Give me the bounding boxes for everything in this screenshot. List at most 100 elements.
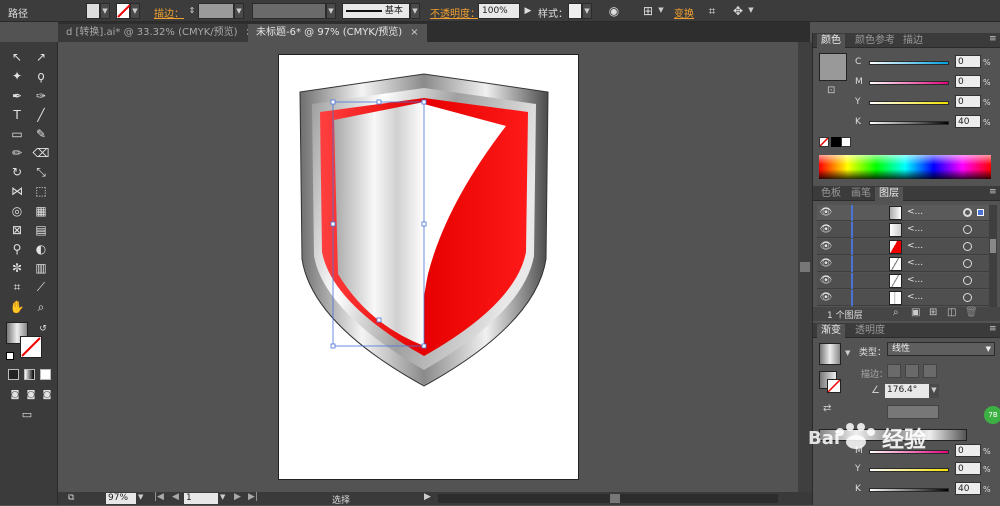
selection-handle[interactable] (330, 99, 336, 105)
zoom-dropdown-icon[interactable]: ▼ (138, 493, 143, 501)
none-mode-icon[interactable] (40, 369, 51, 380)
layer-row[interactable]: 👁 <... (817, 222, 989, 238)
rotate-tool-icon[interactable]: ↻ (8, 163, 26, 181)
scroll-thumb[interactable] (800, 262, 810, 272)
visibility-icon[interactable]: 👁 (819, 206, 833, 220)
magic-wand-tool-icon[interactable]: ✦ (8, 67, 26, 85)
tab-document-2[interactable]: 未标题-6* @ 97% (CMYK/预览) × (248, 24, 427, 42)
variable-width-dropdown[interactable]: ▼ (326, 3, 336, 19)
new-sublayer-icon[interactable]: ⊞ (929, 307, 937, 318)
layer-name[interactable]: <... (907, 258, 923, 268)
first-page-icon[interactable]: |◀ (154, 492, 164, 502)
column-graph-tool-icon[interactable]: ▥ (32, 259, 50, 277)
stroke-label[interactable]: 描边： (154, 5, 184, 20)
gradient-type-select[interactable]: 线性 ▼ (887, 342, 995, 356)
layer-name[interactable]: <... (907, 241, 923, 251)
transform-label[interactable]: 变换 (674, 5, 694, 20)
out-of-gamut-icon[interactable]: ⊡ (827, 85, 835, 96)
fill-swatch[interactable] (86, 3, 100, 19)
selection-handle[interactable] (421, 99, 427, 105)
new-layer-icon[interactable]: ◫ (947, 307, 956, 318)
eyedropper-tool-icon[interactable]: ⚲ (8, 240, 26, 258)
shape-builder-tool-icon[interactable]: ◎ (8, 202, 26, 220)
align-icon[interactable]: ⊞ (640, 3, 656, 19)
tab-transparency[interactable]: 透明度 (851, 324, 889, 338)
tab-stroke[interactable]: 描边 (899, 34, 927, 48)
shield-artwork[interactable] (278, 54, 579, 480)
m-slider[interactable] (869, 81, 949, 85)
y-slider[interactable] (869, 101, 949, 105)
reverse-gradient-icon[interactable]: ⇄ (823, 403, 831, 414)
draw-inside-icon[interactable]: ◙ (38, 386, 56, 404)
stroke-swatch[interactable] (116, 3, 131, 19)
curvature-tool-icon[interactable]: ✑ (32, 87, 50, 105)
artboard-nav-icon[interactable]: ⧉ (68, 493, 84, 503)
visibility-icon[interactable]: 👁 (819, 223, 833, 237)
screen-mode-icon[interactable]: ▭ (18, 406, 36, 424)
gradient-k-slider[interactable] (869, 488, 949, 492)
isolate-icon[interactable]: ⌗ (704, 3, 720, 19)
scale-tool-icon[interactable]: ⤡ (32, 163, 50, 181)
visibility-icon[interactable]: 👁 (819, 257, 833, 271)
stroke-profile-field[interactable]: 基本 (342, 3, 410, 19)
stroke-weight-field[interactable] (198, 3, 234, 19)
panel-menu-icon[interactable]: ≡ (989, 187, 997, 197)
slice-tool-icon[interactable]: ⟋ (32, 278, 50, 296)
page-field[interactable]: 1 (184, 493, 218, 504)
swap-colors-icon[interactable]: ↺ (34, 320, 52, 338)
tab-gradient[interactable]: 渐变 (817, 324, 845, 338)
selection-handle[interactable] (330, 221, 336, 227)
layer-row[interactable]: 👁 <... (817, 239, 989, 255)
current-color-swatch[interactable] (819, 53, 847, 81)
tab-brushes[interactable]: 画笔 (847, 187, 875, 201)
visibility-icon[interactable]: 👁 (819, 291, 833, 305)
free-transform-tool-icon[interactable]: ⬚ (32, 182, 50, 200)
options-icon[interactable]: ✥ (730, 3, 746, 19)
pencil-tool-icon[interactable]: ✏ (8, 144, 26, 162)
stroke-weight-dropdown[interactable]: ▼ (234, 3, 244, 19)
stroke-dropdown[interactable]: ▼ (130, 3, 140, 19)
black-color-swatch[interactable] (831, 137, 841, 147)
color-mode-icon[interactable] (8, 369, 19, 380)
options-dropdown[interactable]: ▼ (746, 3, 756, 19)
selection-handle[interactable] (330, 343, 336, 349)
color-spectrum[interactable] (819, 155, 991, 179)
gradient-preset-dropdown[interactable]: ▼ (845, 349, 850, 357)
selection-handle[interactable] (421, 343, 427, 349)
perspective-grid-tool-icon[interactable]: ▦ (32, 202, 50, 220)
white-color-swatch[interactable] (841, 137, 851, 147)
stroke-color-swatch[interactable] (20, 336, 42, 358)
opacity-arrow-icon[interactable]: ▶ (520, 3, 536, 19)
recolor-icon[interactable]: ◉ (606, 3, 622, 19)
style-swatch[interactable] (568, 3, 582, 19)
panel-menu-icon[interactable]: ≡ (989, 34, 997, 44)
style-dropdown[interactable]: ▼ (582, 3, 592, 19)
fill-dropdown[interactable]: ▼ (100, 3, 110, 19)
stroke-along-icon[interactable] (905, 364, 919, 378)
zoom-field[interactable]: 97% (106, 493, 136, 504)
scroll-thumb[interactable] (990, 239, 996, 253)
target-icon[interactable] (963, 259, 972, 268)
m-value-field[interactable]: 0 (955, 75, 981, 88)
rectangle-tool-icon[interactable]: ▭ (8, 125, 26, 143)
selection-handle[interactable] (376, 317, 382, 323)
direct-selection-tool-icon[interactable]: ↗ (32, 48, 50, 66)
tab-color[interactable]: 颜色 (817, 34, 845, 48)
visibility-icon[interactable]: 👁 (819, 240, 833, 254)
gradient-k-value[interactable]: 40 (955, 482, 981, 495)
target-icon[interactable] (963, 276, 972, 285)
c-slider[interactable] (869, 61, 949, 65)
k-slider[interactable] (869, 121, 949, 125)
opacity-field[interactable]: 100% (478, 3, 520, 19)
default-colors-icon[interactable] (6, 352, 14, 360)
stroke-within-icon[interactable] (887, 364, 901, 378)
status-menu-icon[interactable]: ▶ (424, 492, 431, 502)
tab-layers[interactable]: 图层 (875, 187, 903, 201)
tab-color-guide[interactable]: 颜色参考 (851, 34, 899, 48)
variable-width-field[interactable] (252, 3, 326, 19)
c-value-field[interactable]: 0 (955, 55, 981, 68)
mesh-tool-icon[interactable]: ⊠ (8, 221, 26, 239)
layers-scrollbar[interactable] (989, 205, 997, 307)
gradient-mode-icon[interactable] (24, 369, 35, 380)
gradient-y-slider[interactable] (869, 468, 949, 472)
